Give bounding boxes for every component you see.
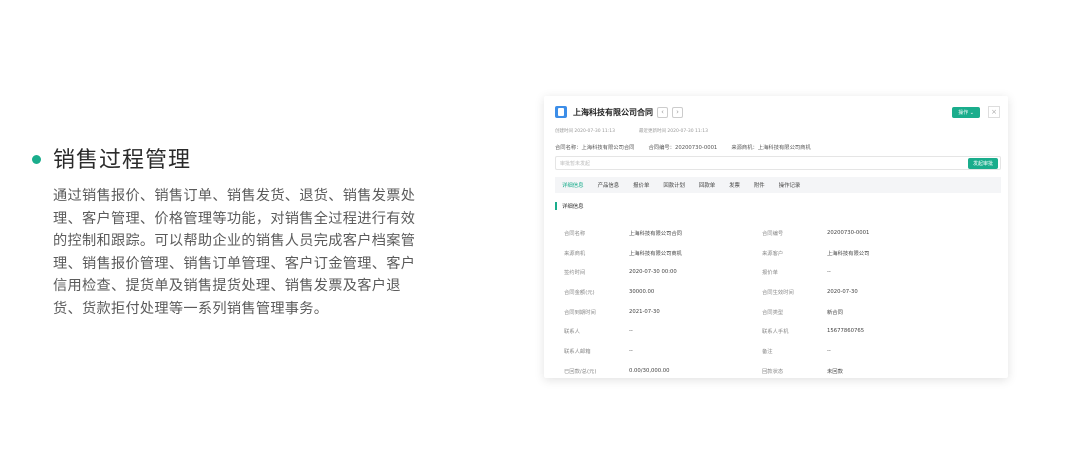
field-label: 签约时间 [564,270,586,277]
field-label: 合同类型 [762,309,784,316]
field-label: 联系人手机 [762,329,789,336]
field-row: 来源商机 上海科技有限公司商机 来源客户 上海科技有限公司 [564,243,984,263]
contract-no-info: 合同编号：20200730-0001 [648,145,718,151]
field-value: -- [629,347,633,354]
field-label: 合同金额(元) [564,289,595,296]
field-value: 2020-07-30 00:00 [629,269,677,276]
feature-title: 销售过程管理 [53,148,192,173]
field-label: 来源客户 [762,250,784,257]
field-label: 已回款/总(元) [564,368,597,375]
card-header: 上海科技有限公司合同 ‹ › 操作 ⌄ × [555,104,1000,120]
detail-tabs: 详细信息 产品信息 报价单 回款计划 回款单 发票 附件 操作记录 [555,177,1001,193]
bullet-dot-icon [32,154,41,164]
field-value: 2021-07-30 [629,308,660,315]
field-row: 合同名称 上海科技有限公司合同 合同编号 20200730-0001 [564,223,984,243]
field-row: 已回款/总(元) 0.00/30,000.00 回款状态 未回款 [564,361,984,378]
field-label: 合同编号 [762,230,784,237]
field-value: 上海科技有限公司合同 [629,230,682,237]
updated-time: 最近更新时间 2020-07-30 11:13 [638,129,708,134]
next-record-button[interactable]: › [672,106,683,118]
feature-block: 销售过程管理 通过销售报价、销售订单、销售发货、退货、销售发票处理、客户管理、价… [32,143,442,321]
field-label: 联系人邮箱 [564,348,591,355]
tab-payment-plan[interactable]: 回款计划 [656,181,692,189]
field-label: 回款状态 [762,368,784,375]
info-row: 合同名称：上海科技有限公司合同 合同编号：20200730-0001 来源商机：… [555,143,825,151]
feature-description: 通过销售报价、销售订单、销售发货、退货、销售发票处理、客户管理、价格管理等功能，… [53,188,416,317]
field-value: -- [827,269,831,276]
tab-products[interactable]: 产品信息 [591,181,627,189]
field-value: 0.00/30,000.00 [629,367,670,374]
feature-header: 销售过程管理 [32,143,442,173]
prev-record-button[interactable]: ‹ [657,106,668,118]
field-label: 来源商机 [564,250,586,257]
field-row: 联系人邮箱 -- 备注 -- [564,341,984,361]
field-value: 上海科技有限公司商机 [629,250,682,257]
section-title-label: 详细信息 [562,204,584,210]
tab-details[interactable]: 详细信息 [555,181,591,189]
tab-payments[interactable]: 回款单 [692,181,722,189]
card-title: 上海科技有限公司合同 [573,107,653,117]
tab-quotes[interactable]: 报价单 [626,181,656,189]
field-row: 合同金额(元) 30000.00 合同生效时间 2020-07-30 [564,282,984,302]
tab-attachments[interactable]: 附件 [747,181,772,189]
field-value: 未回款 [827,368,843,375]
field-label: 联系人 [564,329,580,336]
field-value: 15677860765 [827,328,865,335]
field-label: 合同生效时间 [762,289,794,296]
operate-button[interactable]: 操作 ⌄ [952,106,980,118]
field-value: -- [629,328,633,335]
section-accent-bar [555,202,557,210]
section-title: 详细信息 [555,202,584,210]
created-time: 创建时间 2020-07-30 11:13 [555,129,615,134]
field-row: 签约时间 2020-07-30 00:00 报价单 -- [564,262,984,282]
field-label: 备注 [762,348,773,355]
approval-bar: 审批暂未发起 发起审批 [555,156,1001,170]
field-value: 30000.00 [629,288,655,295]
close-icon[interactable]: × [988,106,1000,118]
field-value: 20200730-0001 [827,229,870,236]
field-value: 新合同 [827,309,843,316]
field-label: 合同到期时间 [564,309,596,316]
tab-invoices[interactable]: 发票 [722,181,747,189]
field-row: 联系人 -- 联系人手机 15677860765 [564,321,984,341]
field-label: 报价单 [762,270,778,277]
source-opportunity-info: 来源商机：上海科技有限公司商机 [731,145,811,151]
detail-fields: 合同名称 上海科技有限公司合同 合同编号 20200730-0001 来源商机 … [564,223,984,378]
document-icon [555,106,567,118]
field-value: 上海科技有限公司 [827,250,870,257]
field-row: 合同到期时间 2021-07-30 合同类型 新合同 [564,302,984,322]
field-value: -- [827,347,831,354]
tab-operation-log[interactable]: 操作记录 [772,181,808,189]
start-approval-button[interactable]: 发起审批 [967,158,998,169]
meta-row: 创建时间 2020-07-30 11:13 最近更新时间 2020-07-30 … [555,128,732,134]
approval-status: 审批暂未发起 [560,161,591,167]
field-label: 合同名称 [564,230,586,237]
contract-name-info: 合同名称：上海科技有限公司合同 [555,145,635,151]
field-value: 2020-07-30 [827,288,858,295]
contract-detail-screenshot: 上海科技有限公司合同 ‹ › 操作 ⌄ × 创建时间 2020-07-30 11… [544,96,1008,378]
